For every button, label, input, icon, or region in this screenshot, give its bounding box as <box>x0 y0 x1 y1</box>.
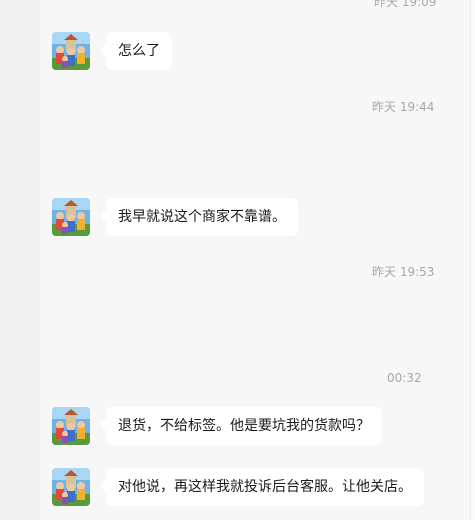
left-panel-edge <box>0 0 40 520</box>
message-bubble[interactable]: 对他说，再这样我就投诉后台客服。让他关店。 <box>100 468 424 506</box>
family-photo-avatar-icon <box>52 468 90 506</box>
family-photo-avatar-icon <box>52 32 90 70</box>
message-bubble[interactable]: 我早就说这个商家不靠谱。 <box>100 198 298 236</box>
family-photo-avatar-icon <box>52 407 90 445</box>
avatar[interactable] <box>52 198 90 236</box>
message-bubble[interactable]: 退货，不给标签。他是要坑我的货款吗？ <box>100 407 382 445</box>
message-bubble[interactable]: 怎么了 <box>100 32 172 70</box>
avatar[interactable] <box>52 32 90 70</box>
avatar[interactable] <box>52 468 90 506</box>
timestamp: 昨天 19:09 <box>374 0 437 9</box>
timestamp: 昨天 19:44 <box>372 100 435 114</box>
family-photo-avatar-icon <box>52 198 90 236</box>
timestamp: 00:32 <box>387 371 422 385</box>
scrollbar[interactable] <box>470 0 475 520</box>
timestamp: 昨天 19:53 <box>372 265 435 279</box>
avatar[interactable] <box>52 407 90 445</box>
